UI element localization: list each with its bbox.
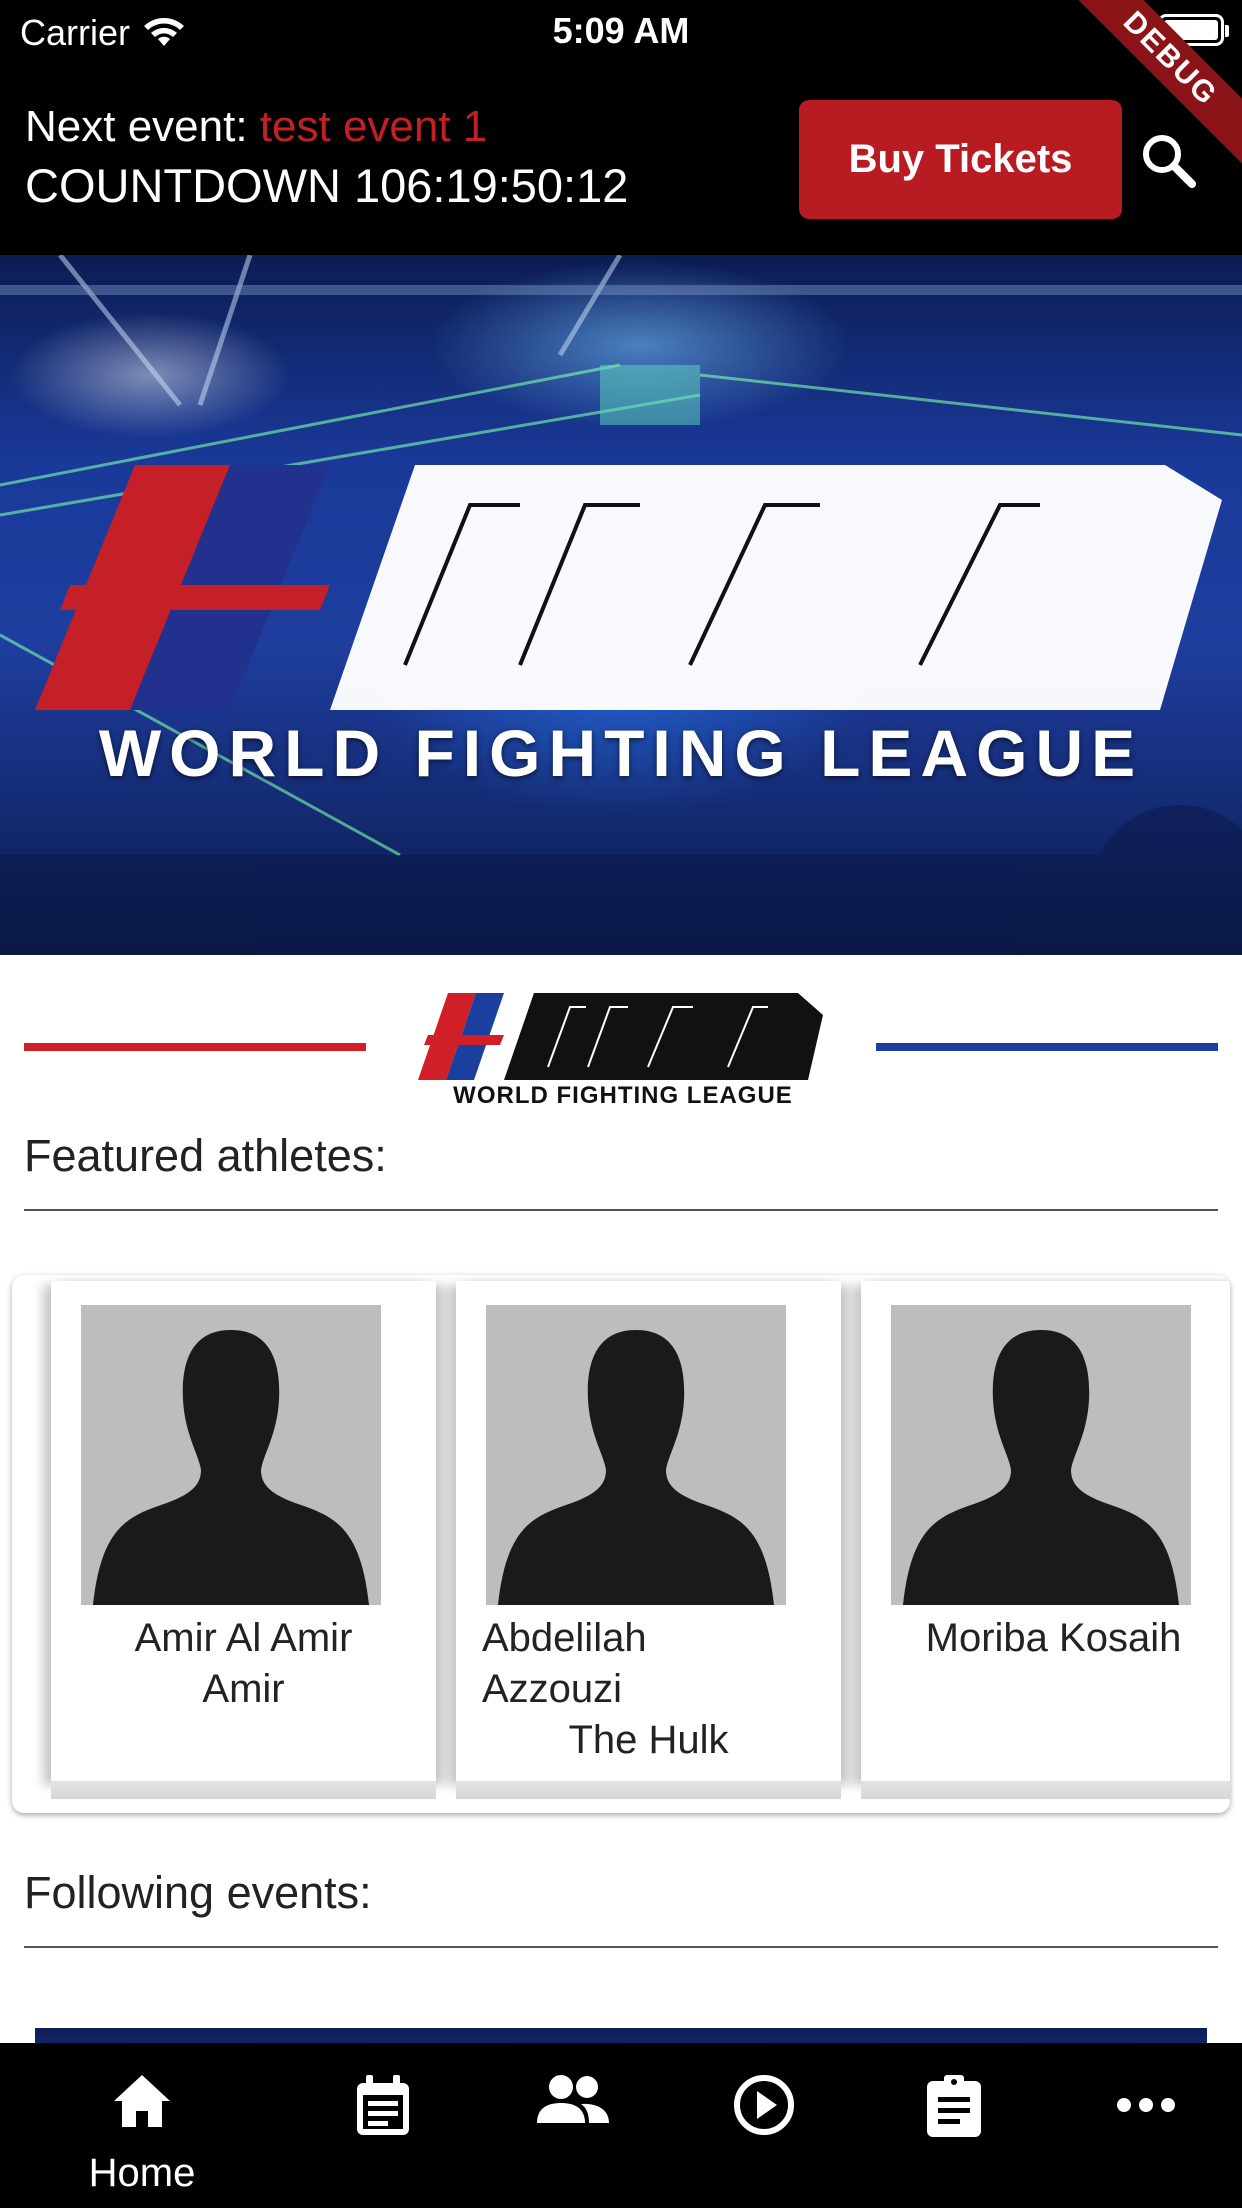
athlete-photo <box>81 1305 381 1605</box>
countdown-value: 106:19:50:12 <box>353 159 629 212</box>
nav-videos[interactable] <box>724 2043 804 2208</box>
nav-athletes[interactable] <box>533 2043 613 2208</box>
following-events-divider <box>24 1946 1218 1948</box>
status-time: 5:09 AM <box>552 10 690 51</box>
athlete-card[interactable]: Abdelilah Azzouzi The Hulk <box>456 1281 841 1799</box>
divider-blue <box>876 1043 1218 1051</box>
featured-athletes-divider <box>24 1209 1218 1211</box>
athlete-name: Moriba Kosaih <box>861 1613 1230 1664</box>
nav-more[interactable] <box>1106 2043 1186 2208</box>
next-event: Next event: test event 1 <box>25 102 487 152</box>
athlete-card[interactable]: Amir Al Amir Amir <box>51 1281 436 1799</box>
next-event-label: Next event: <box>25 102 248 151</box>
hero-banner: WORLD FIGHTING LEAGUE <box>0 255 1242 955</box>
people-icon <box>537 2075 609 2123</box>
home-icon <box>114 2075 170 2127</box>
athlete-name: Abdelilah Azzouzi <box>482 1613 841 1715</box>
calendar-icon <box>357 2075 409 2135</box>
countdown-label: COUNTDOWN <box>25 159 341 212</box>
buy-tickets-button[interactable]: Buy Tickets <box>799 100 1122 219</box>
wfl-hero-logo <box>35 465 1222 710</box>
more-icon <box>1117 2098 1175 2112</box>
hero-tagline: WORLD FIGHTING LEAGUE <box>98 716 1144 790</box>
status-bar: Carrier 5:09 AM <box>0 0 1242 62</box>
athlete-photo <box>891 1305 1191 1605</box>
play-icon <box>734 2075 794 2135</box>
athlete-card[interactable]: Moriba Kosaih <box>861 1281 1230 1799</box>
nav-results[interactable] <box>914 2043 994 2208</box>
athlete-name-line1: Amir Al Amir <box>134 1616 353 1660</box>
person-silhouette-icon <box>891 1305 1191 1605</box>
search-icon[interactable] <box>1138 130 1198 190</box>
brand-tagline: WORLD FIGHTING LEAGUE <box>453 1082 793 1109</box>
athlete-photo <box>486 1305 786 1605</box>
featured-athletes-carousel[interactable]: Amir Al Amir Amir Abdelilah Azzouzi The … <box>12 1275 1230 1813</box>
following-events-title: Following events: <box>24 1867 372 1918</box>
nav-home-label: Home <box>88 2151 196 2195</box>
athlete-nickname: The Hulk <box>568 1718 729 1762</box>
person-silhouette-icon <box>486 1305 786 1605</box>
featured-athletes-title: Featured athletes: <box>24 1130 387 1181</box>
athlete-name: Amir Al Amir Amir <box>51 1613 436 1715</box>
athlete-name-line1: Abdelilah <box>482 1616 647 1660</box>
bottom-navigation: Home <box>0 2043 1242 2208</box>
divider-red <box>24 1043 366 1051</box>
athlete-name-line1: Moriba Kosaih <box>925 1616 1182 1660</box>
countdown: COUNTDOWN 106:19:50:12 <box>25 158 628 213</box>
nav-events[interactable] <box>343 2043 423 2208</box>
athlete-name-line2: Azzouzi <box>482 1667 623 1711</box>
next-event-name[interactable]: test event 1 <box>260 102 487 151</box>
nav-home[interactable]: Home <box>62 2043 222 2208</box>
clipboard-icon <box>927 2075 981 2137</box>
person-silhouette-icon <box>81 1305 381 1605</box>
app-header: Next event: test event 1 COUNTDOWN 106:1… <box>0 62 1242 255</box>
athlete-name-line2: Amir <box>202 1667 285 1711</box>
